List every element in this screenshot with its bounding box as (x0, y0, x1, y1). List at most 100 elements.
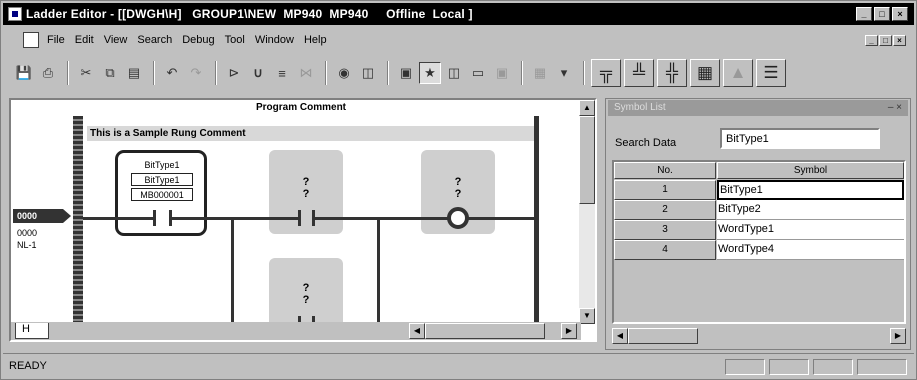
table-row[interactable]: 1 BitType1 (614, 180, 904, 200)
selected-contact[interactable]: BitType1 BitType1 MB000001 (115, 150, 207, 236)
menu-edit[interactable]: Edit (75, 34, 94, 46)
undo-icon[interactable]: ↶ (161, 62, 183, 84)
row-symbol[interactable]: BitType1 (717, 180, 904, 200)
row-number: 4 (614, 240, 716, 260)
panel-scroll-thumb[interactable] (628, 328, 698, 344)
ladder-view-icon[interactable]: ╦ (591, 59, 621, 87)
scroll-thumb[interactable] (579, 116, 595, 204)
toolbar-separator (583, 61, 585, 85)
table-row[interactable]: 4 WordType4 (614, 240, 904, 260)
title-bar[interactable]: Ladder Editor - [[DWGH\H] GROUP1\NEW MP9… (3, 3, 914, 25)
panel-icon[interactable]: ▣ (491, 62, 513, 84)
branch-wire-left (231, 217, 234, 325)
sheet-tab-label: H (22, 323, 30, 335)
column-header-no[interactable]: No. (614, 162, 716, 179)
row-symbol[interactable]: WordType1 (717, 220, 904, 240)
mdi-restore-button[interactable]: □ (879, 34, 892, 46)
status-text: READY (9, 360, 47, 372)
sheet-tab[interactable]: H (15, 323, 49, 339)
rung-insert-icon[interactable]: ╩ (624, 59, 654, 87)
menu-search[interactable]: Search (137, 34, 172, 46)
contact-icon[interactable]: ∪ (247, 62, 269, 84)
print-icon[interactable]: ⎙ (37, 62, 59, 84)
row-symbol[interactable]: BitType2 (717, 200, 904, 220)
symbol-table: No. Symbol 1 BitType1 2 BitType2 3 WordT… (612, 160, 906, 324)
redo-icon[interactable]: ↷ (185, 62, 207, 84)
toolbar: 💾 ⎙ ✂ ⧉ ▤ ↶ ↷ ⊳ ∪ ≡ ⋈ ◉ ◫ ▣ ★ ◫ ▭ ▣ ▦ ▾ … (3, 55, 914, 91)
hscroll-left-button[interactable]: ◀ (409, 323, 425, 339)
ladder-editor-pane[interactable]: Program Comment This is a Sample Rung Co… (9, 98, 597, 342)
document-icon[interactable] (23, 32, 39, 48)
row-number: 3 (614, 220, 716, 240)
pointer-icon[interactable]: ⊳ (223, 62, 245, 84)
menu-debug[interactable]: Debug (182, 34, 214, 46)
menu-help[interactable]: Help (304, 34, 327, 46)
hscroll-thumb[interactable] (425, 323, 545, 339)
cut-icon[interactable]: ✂ (75, 62, 97, 84)
scroll-down-button[interactable]: ▼ (579, 308, 595, 324)
column-header-symbol[interactable]: Symbol (717, 162, 904, 179)
app-icon[interactable] (8, 7, 22, 21)
maximize-button[interactable]: □ (874, 7, 890, 21)
menu-tool[interactable]: Tool (225, 34, 245, 46)
table-icon[interactable]: ▦ (690, 59, 720, 87)
panel-horizontal-scrollbar[interactable]: ◀ ▶ (612, 328, 906, 345)
menu-view[interactable]: View (104, 34, 128, 46)
status-bar: READY (3, 353, 914, 377)
toolbar-separator (325, 61, 327, 85)
panel-scroll-right-button[interactable]: ▶ (890, 328, 906, 344)
dropdown-icon[interactable]: ▾ (553, 62, 575, 84)
branch-icon[interactable]: ≡ (271, 62, 293, 84)
panel-scroll-left-button[interactable]: ◀ (612, 328, 628, 344)
grid-icon[interactable]: ▦ (529, 62, 551, 84)
network-icon[interactable]: ⋈ (295, 62, 317, 84)
find-icon[interactable]: ◉ (333, 62, 355, 84)
program-comment: Program Comment (256, 102, 347, 113)
coil-address: ? (454, 188, 462, 200)
table-row[interactable]: 3 WordType1 (614, 220, 904, 240)
row-number: 1 (614, 180, 716, 200)
table-row[interactable]: 2 BitType2 (614, 200, 904, 220)
panel-title: Symbol List (614, 102, 666, 113)
rung-number: 0000 (17, 228, 38, 238)
empty-contact-placeholder[interactable]: ? ? (269, 150, 343, 234)
status-panel (813, 359, 853, 375)
hscroll-right-button[interactable]: ▶ (561, 323, 577, 339)
star-icon[interactable]: ★ (419, 62, 441, 84)
minimize-button[interactable]: _ (856, 7, 872, 21)
toolbar-separator (67, 61, 69, 85)
mdi-close-button[interactable]: × (893, 34, 906, 46)
cross-ref-icon[interactable]: ▲ (723, 59, 753, 87)
close-button[interactable]: × (892, 7, 908, 21)
contact-address: MB000001 (131, 188, 193, 201)
monitor-icon[interactable]: ◫ (357, 62, 379, 84)
row-symbol[interactable]: WordType4 (717, 240, 904, 260)
window-icon[interactable]: ▭ (467, 62, 489, 84)
toolbar-separator (153, 61, 155, 85)
copy-icon[interactable]: ⧉ (99, 62, 121, 84)
menu-window[interactable]: Window (255, 34, 294, 46)
rung-address[interactable]: 0000 (13, 209, 71, 223)
rung-comment[interactable]: This is a Sample Rung Comment (87, 126, 535, 141)
menu-file[interactable]: File (47, 34, 65, 46)
panel-close-icon[interactable]: – × (888, 100, 902, 116)
list-icon[interactable]: ☰ (756, 59, 786, 87)
search-data-input[interactable] (720, 128, 880, 149)
vertical-scrollbar[interactable]: ▲ ▼ (579, 100, 595, 324)
coil-label: ? (454, 176, 462, 188)
mdi-minimize-button[interactable]: _ (865, 34, 878, 46)
panel-title-bar[interactable]: Symbol List – × (608, 100, 908, 116)
scroll-up-button[interactable]: ▲ (579, 100, 595, 116)
register-icon[interactable]: ▣ (395, 62, 417, 84)
row-number: 2 (614, 200, 716, 220)
rung-delete-icon[interactable]: ╬ (657, 59, 687, 87)
symbol-panel: Symbol List – × Search Data No. Symbol 1… (605, 98, 911, 350)
contact-wire-left (115, 217, 153, 220)
element-icon[interactable]: ◫ (443, 62, 465, 84)
contact-bar-left (153, 210, 156, 226)
save-icon[interactable]: 💾 (13, 62, 35, 84)
paste-icon[interactable]: ▤ (123, 62, 145, 84)
rung-label: NL-1 (17, 240, 37, 250)
contact-gap (301, 216, 312, 221)
status-panel (725, 359, 765, 375)
